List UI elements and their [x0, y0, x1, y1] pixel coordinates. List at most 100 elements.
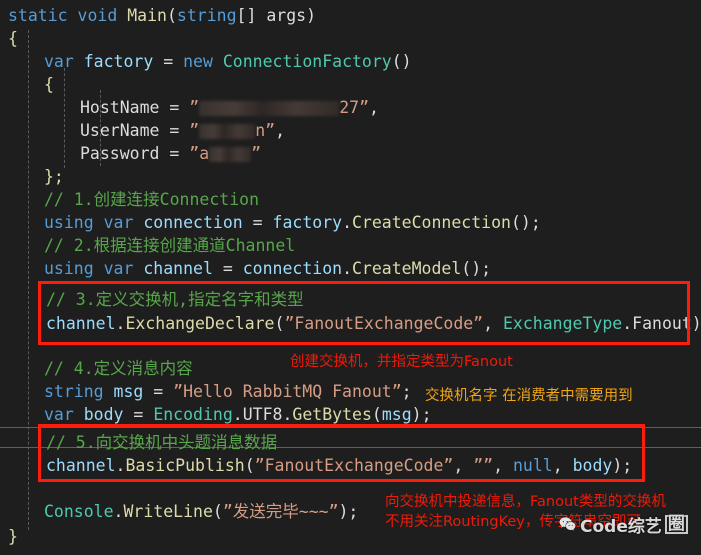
annotation-line: 交换机名字 在消费者中需要用到	[425, 386, 633, 406]
redacted-value	[209, 147, 251, 162]
code-token	[68, 6, 78, 25]
code-token: n”	[255, 121, 275, 140]
code-token: ”FanoutExchangeCode”	[284, 314, 483, 333]
redacted-value	[199, 101, 339, 116]
code-token: using	[44, 259, 94, 278]
code-token: );	[339, 502, 359, 521]
code-token: Console	[44, 502, 114, 521]
code-token: (	[245, 456, 255, 475]
code-token: =	[153, 52, 183, 71]
code-token: Password	[80, 144, 159, 163]
code-token: var	[44, 405, 74, 424]
code-token: channel	[46, 314, 116, 333]
annotation-create-exchange: 创建交换机，并指定类型为Fanout	[290, 352, 513, 372]
code-line[interactable]: {	[44, 71, 54, 98]
code-token: .	[233, 405, 243, 424]
code-token	[94, 213, 104, 232]
code-token: // 4.定义消息内容	[44, 359, 193, 378]
code-token: ”	[189, 121, 199, 140]
code-token: )	[306, 6, 316, 25]
code-token: WriteLine	[123, 502, 212, 521]
code-token: channel	[46, 456, 116, 475]
code-token: (	[372, 405, 382, 424]
code-token: {	[8, 29, 18, 48]
code-token: CreateConnection	[352, 213, 511, 232]
code-token: ;	[402, 382, 412, 401]
code-content[interactable]: static void Main(string[] args){var fact…	[0, 0, 701, 555]
code-line[interactable]: using var channel = connection.CreateMod…	[44, 255, 491, 282]
code-token: using	[44, 213, 94, 232]
code-token	[74, 52, 84, 71]
code-token: 27”	[339, 98, 369, 117]
code-token: =	[124, 405, 154, 424]
code-line[interactable]: {	[8, 25, 18, 52]
code-token: ExchangeType	[503, 314, 622, 333]
code-token: .	[342, 259, 352, 278]
code-token: string	[177, 6, 237, 25]
code-token: ExchangeDeclare	[125, 314, 274, 333]
code-token: static	[8, 6, 68, 25]
code-token: };	[44, 167, 64, 186]
code-token: =	[243, 213, 273, 232]
code-token: []	[237, 6, 267, 25]
code-token: new	[183, 52, 213, 71]
annotation-exchange-name: 交换机名字 在消费者中需要用到	[425, 386, 633, 406]
code-token: UTF8	[243, 405, 283, 424]
code-token: ”Hello RabbitMQ Fanout”	[173, 382, 401, 401]
code-token: var	[104, 213, 134, 232]
code-token	[133, 259, 143, 278]
code-line[interactable]: channel.BasicPublish(”FanoutExchangeCode…	[46, 452, 632, 479]
code-line[interactable]: channel.ExchangeDeclare(”FanoutExchangeC…	[46, 310, 701, 337]
code-token: =	[143, 382, 173, 401]
code-token: null	[513, 456, 553, 475]
code-token: msg	[114, 382, 144, 401]
code-token: .	[116, 456, 126, 475]
watermark-text: Code综艺	[580, 512, 662, 537]
code-token: );	[412, 405, 432, 424]
code-token: .	[342, 213, 352, 232]
code-token	[74, 405, 84, 424]
code-token: ”发送完毕~~~”	[223, 502, 339, 521]
code-token: ();	[511, 213, 541, 232]
code-line[interactable]: var body = Encoding.UTF8.GetBytes(msg);	[44, 401, 432, 428]
code-token: ,	[275, 121, 285, 140]
code-token	[94, 259, 104, 278]
code-token: ConnectionFactory	[223, 52, 392, 71]
code-token: (	[275, 314, 285, 333]
code-token: body	[84, 405, 124, 424]
code-token: BasicPublish	[125, 456, 244, 475]
code-line[interactable]: // 3.定义交换机,指定名字和类型	[46, 286, 304, 313]
code-token: =	[159, 121, 189, 140]
code-token: ,	[553, 456, 573, 475]
redacted-value	[199, 124, 255, 139]
watermark-text-boxed: 圈	[665, 515, 688, 534]
code-token: CreateModel	[352, 259, 461, 278]
code-token: (	[167, 6, 177, 25]
code-token: args	[266, 6, 306, 25]
wechat-watermark: Code综艺 圈	[558, 512, 688, 537]
code-token: ”FanoutExchangeCode”	[255, 456, 454, 475]
code-token: =	[159, 98, 189, 117]
code-token: ,	[493, 456, 513, 475]
code-line[interactable]: var factory = new ConnectionFactory()	[44, 48, 412, 75]
code-line[interactable]: static void Main(string[] args)	[8, 2, 316, 29]
code-token: );	[612, 456, 632, 475]
code-token: .	[114, 502, 124, 521]
code-token: .	[622, 314, 632, 333]
code-token: factory	[273, 213, 343, 232]
code-token: .	[116, 314, 126, 333]
code-line[interactable]: Console.WriteLine(”发送完毕~~~”);	[44, 498, 358, 525]
code-token: UserName	[80, 121, 159, 140]
code-token: var	[104, 259, 134, 278]
code-token	[133, 213, 143, 232]
annotation-line: 创建交换机，并指定类型为Fanout	[290, 352, 513, 372]
code-token: // 3.定义交换机,指定名字和类型	[46, 290, 304, 309]
code-token: channel	[143, 259, 213, 278]
code-token: connection	[143, 213, 242, 232]
wechat-icon	[558, 515, 577, 534]
code-token: (	[213, 502, 223, 521]
code-line[interactable]: Password = ”a”	[80, 140, 261, 167]
code-line[interactable]: }	[8, 523, 18, 550]
code-token: {	[44, 75, 54, 94]
code-token: ”	[251, 144, 261, 163]
